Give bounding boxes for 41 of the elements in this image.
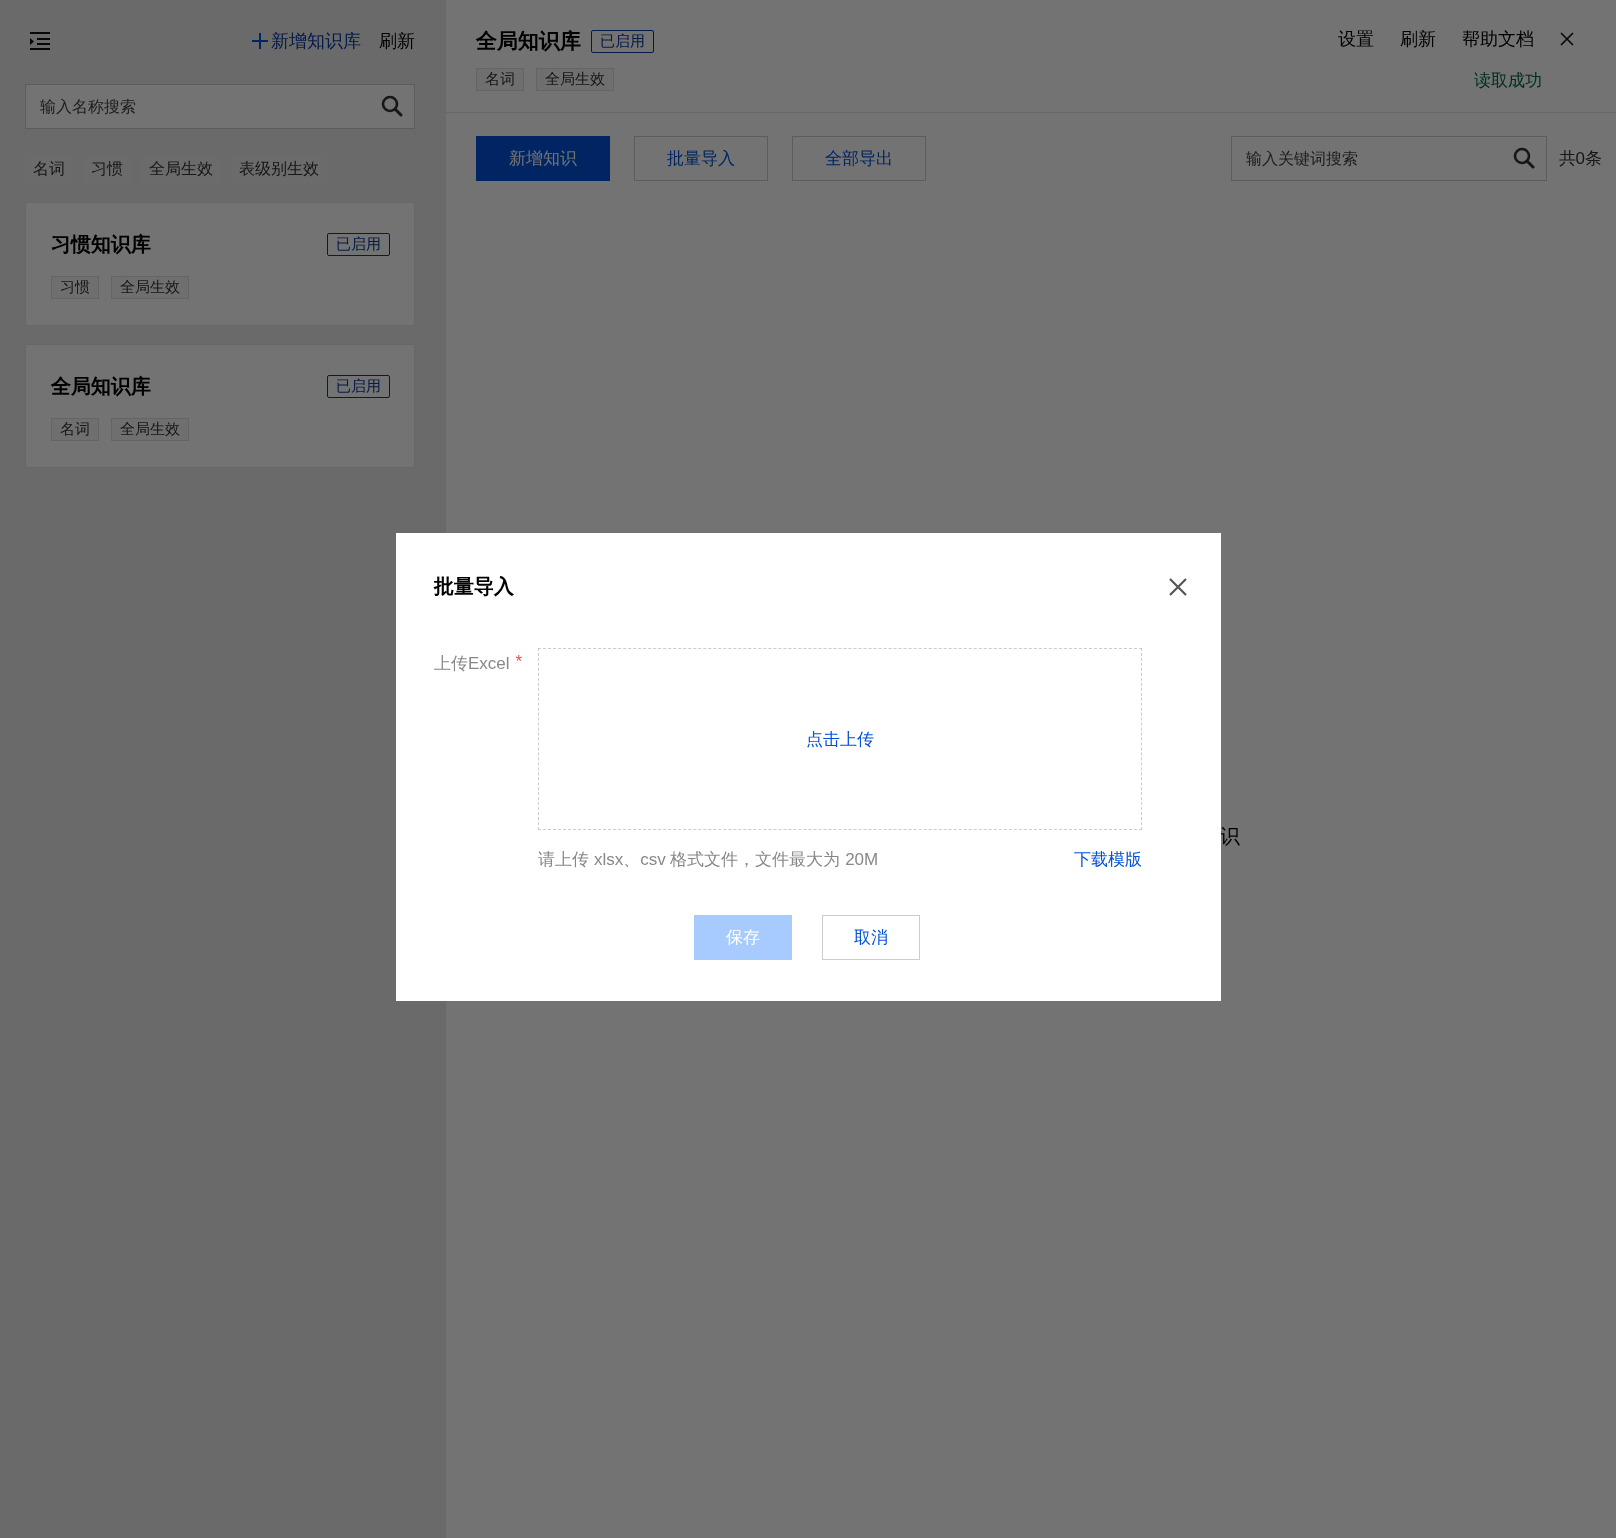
plus-icon xyxy=(251,32,269,50)
status-badge: 已启用 xyxy=(327,233,390,256)
toolbar-button[interactable]: 新增知识 xyxy=(476,136,610,181)
tag: 习惯 xyxy=(51,276,99,299)
keyword-search-field[interactable]: 输入关键词搜索 xyxy=(1230,136,1547,181)
tag: 全局生效 xyxy=(111,276,189,299)
header-link[interactable]: 帮助文档 xyxy=(1462,27,1534,51)
close-icon[interactable] xyxy=(1169,577,1187,596)
search-icon xyxy=(1512,147,1535,169)
dialog-title: 批量导入 xyxy=(434,574,514,599)
field-label: 上传Excel xyxy=(434,653,510,675)
tag: 全局生效 xyxy=(111,418,189,441)
tag: 名词 xyxy=(51,418,99,441)
download-template-link[interactable]: 下载模版 xyxy=(1074,848,1143,871)
status-badge: 已启用 xyxy=(591,29,654,53)
empty-state-text: 识 xyxy=(1220,824,1240,849)
record-count: 共0条 xyxy=(1558,148,1602,170)
search-icon xyxy=(381,95,403,117)
page-title: 全局知识库 xyxy=(476,28,581,54)
refresh-button[interactable]: 刷新 xyxy=(379,29,415,53)
card-title: 习惯知识库 xyxy=(51,232,151,257)
hint-text: 请上传 xlsx、csv 格式文件，文件最大为 20M xyxy=(538,849,879,871)
menu-icon[interactable] xyxy=(29,32,51,50)
success-message: 读取成功 xyxy=(1474,70,1542,92)
toolbar-button[interactable]: 全部导出 xyxy=(792,136,926,181)
header-link[interactable]: 刷新 xyxy=(1400,27,1436,51)
knowledge-base-card[interactable]: 习惯知识库 已启用 习惯 全局生效 xyxy=(25,202,415,326)
card-title: 全局知识库 xyxy=(51,374,151,399)
tag: 全局生效 xyxy=(536,68,614,91)
search-field[interactable]: 输入名称搜索 xyxy=(25,84,415,129)
upload-area[interactable]: 点击上传 xyxy=(538,648,1143,830)
tag: 名词 xyxy=(476,68,524,91)
dialog-button[interactable]: 取消 xyxy=(821,915,920,960)
status-badge: 已启用 xyxy=(327,375,390,398)
toolbar-button[interactable]: 批量导入 xyxy=(634,136,768,181)
close-icon[interactable] xyxy=(1560,32,1574,46)
required-mark: * xyxy=(515,652,523,673)
knowledge-base-card[interactable]: 全局知识库 已启用 名词 全局生效 xyxy=(25,344,415,468)
add-knowledge-base-button[interactable]: 新增知识库 xyxy=(251,29,361,53)
upload-link[interactable]: 点击上传 xyxy=(806,727,875,751)
header-link[interactable]: 设置 xyxy=(1338,27,1374,51)
